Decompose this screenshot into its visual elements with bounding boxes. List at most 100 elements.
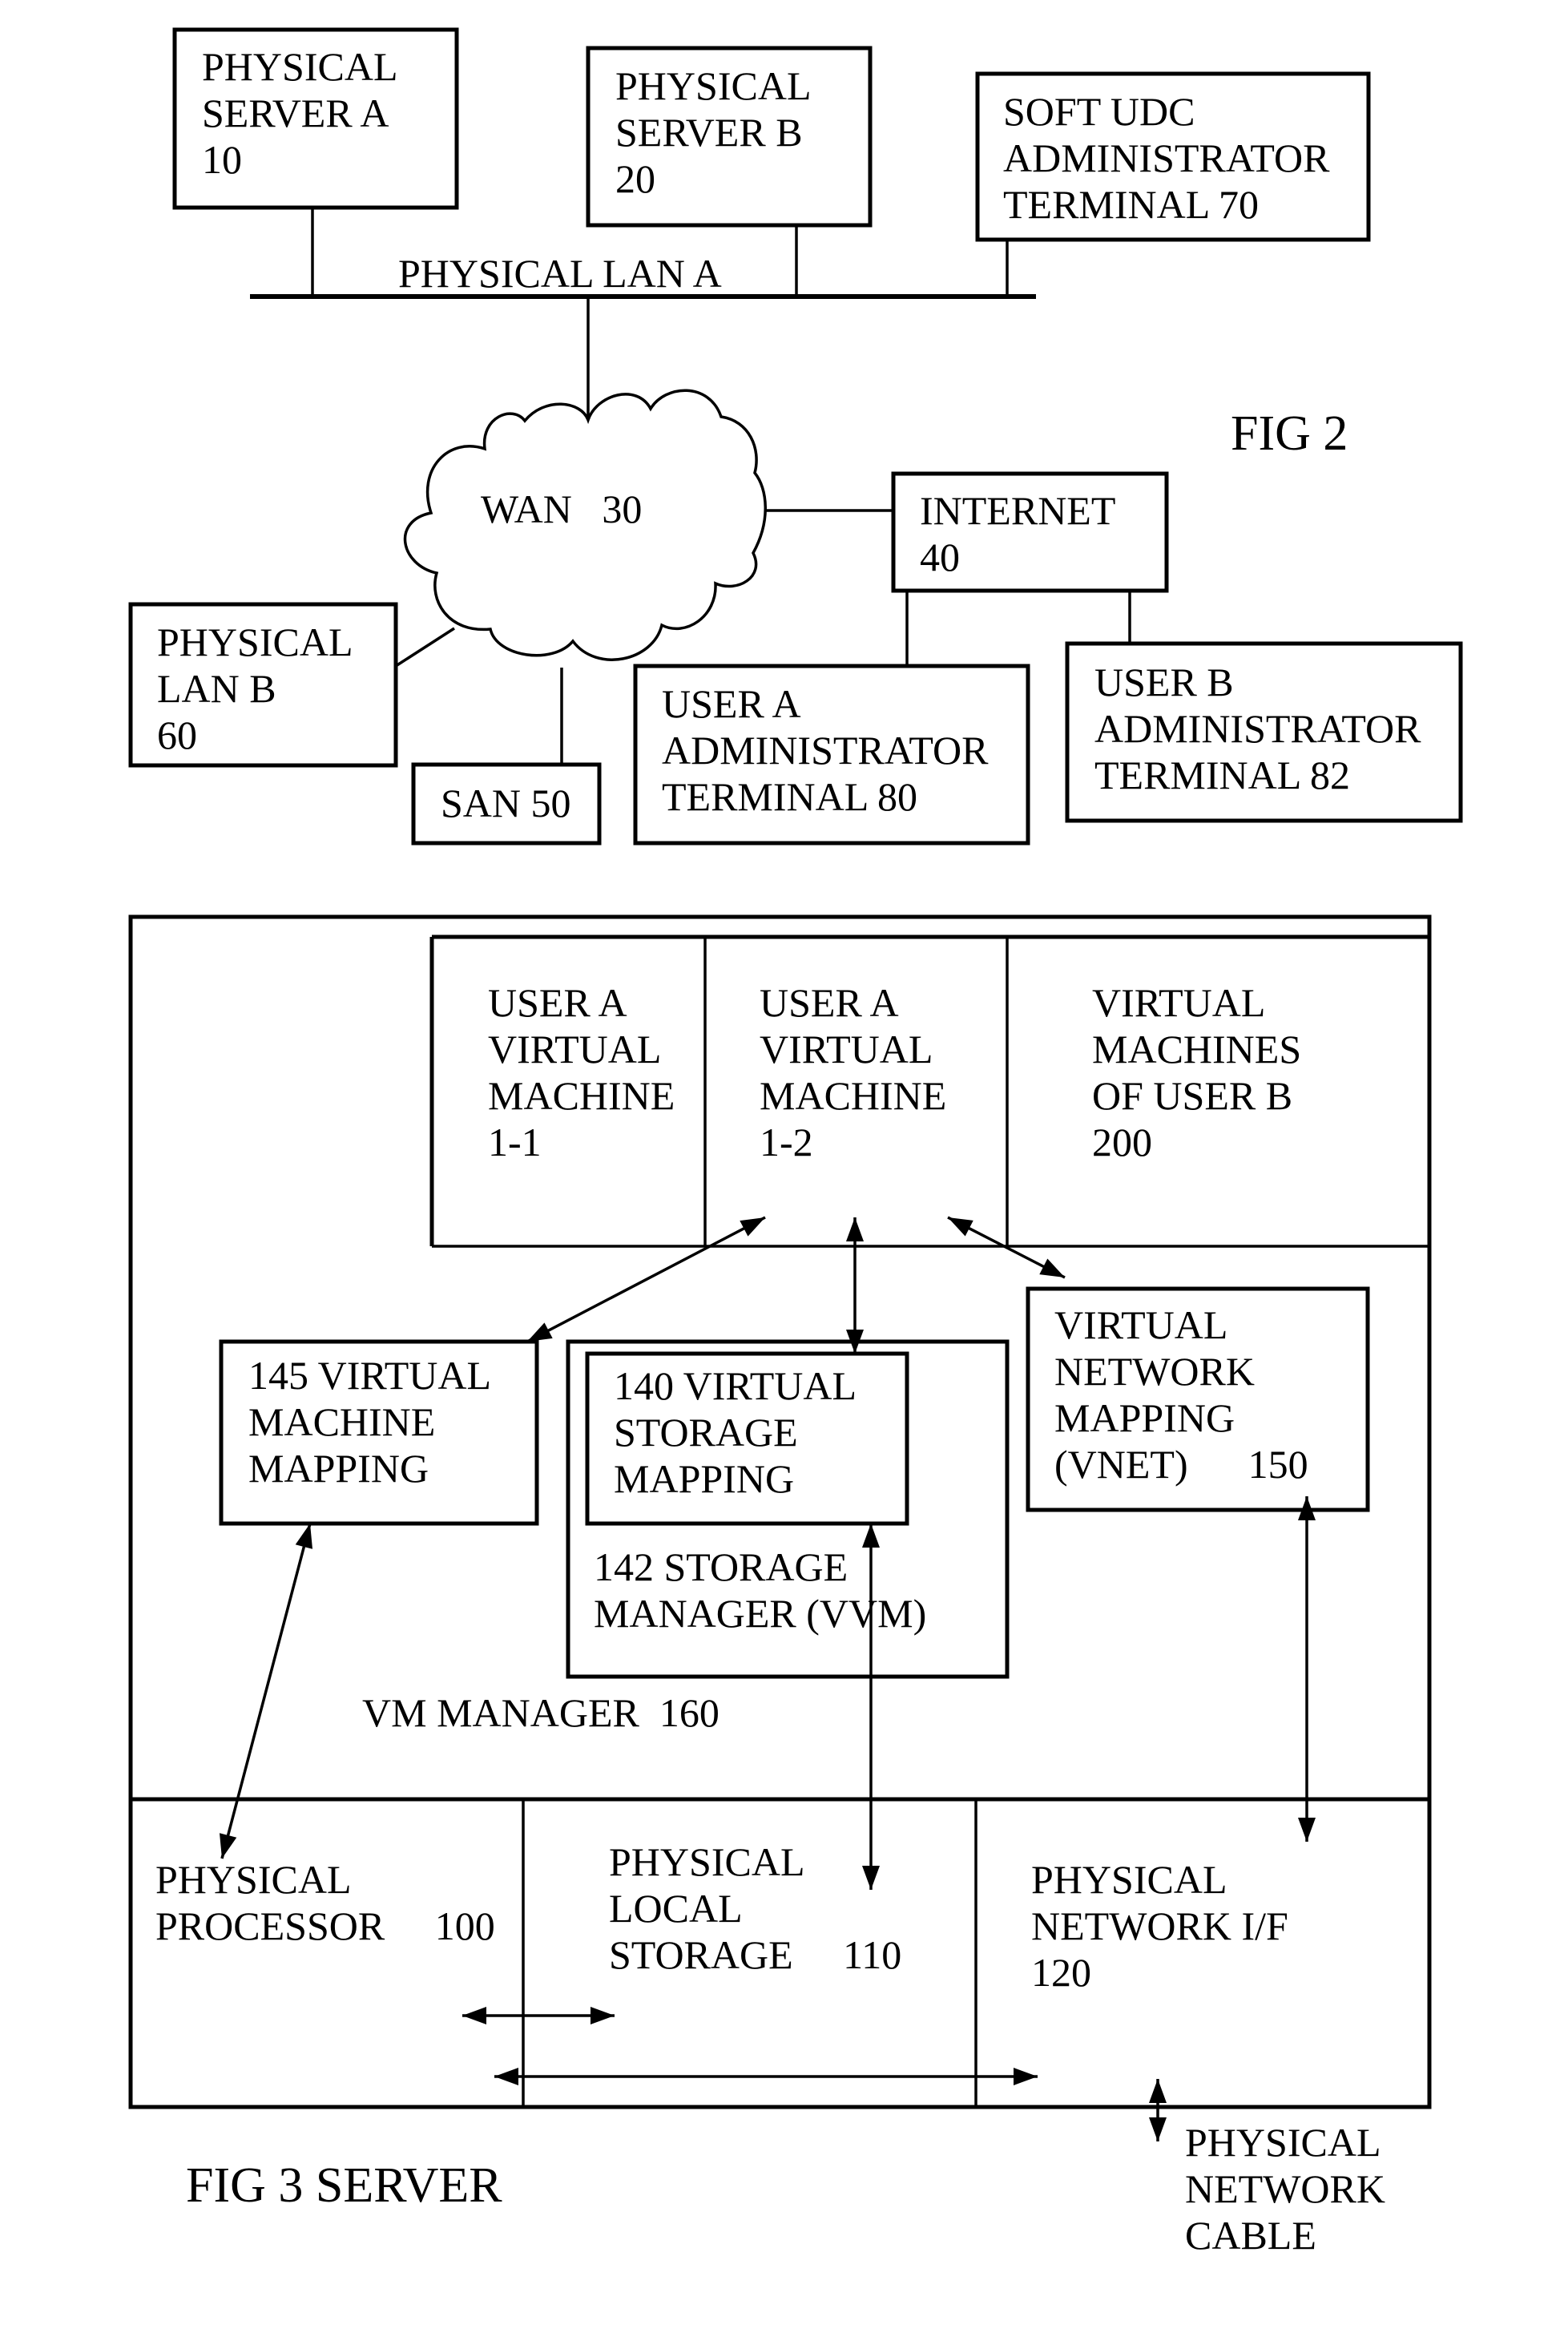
virtual-storage-mapping-label: 140 VIRTUAL STORAGE MAPPING	[614, 1363, 857, 1501]
label-line: VIRTUAL	[760, 1027, 933, 1072]
label-line: LAN B	[157, 666, 276, 711]
vms-user-b-label: VIRTUAL MACHINES OF USER B 200	[1092, 980, 1301, 1164]
physical-lan-a-bus: PHYSICAL LAN A	[250, 208, 1036, 420]
storage-manager-node: 142 STORAGE MANAGER (VVM) 140 VIRTUAL STOR…	[566, 1339, 1010, 1679]
vm-mapping-label: 145 VIRTUAL MACHINE MAPPING	[248, 1353, 491, 1491]
label-line: MAPPING	[248, 1446, 429, 1491]
fig2-network-diagram: PHYSICAL SERVER A 10 PHYSICAL SERVER B 20 SO…	[128, 27, 1463, 846]
vm-mapping-node: 145 VIRTUAL MACHINE MAPPING	[219, 1339, 539, 1526]
arrow-processor-to-local-storage-tail-head	[462, 2007, 486, 2024]
label-line: MAPPING	[614, 1456, 794, 1501]
arrow-processor-to-local-storage-head	[591, 2007, 615, 2024]
arrow-vm-mapping-to-vm-head	[740, 1217, 765, 1237]
san-node: SAN 50	[411, 668, 602, 846]
arrow-processor-to-network-if-head	[1014, 2068, 1038, 2085]
label-line: 142 STORAGE	[594, 1544, 848, 1589]
physical-layer-row: PHYSICAL PROCESSOR 100 PHYSICAL LOCAL STORA…	[131, 1797, 1429, 2107]
fig2-title: FIG 2	[1231, 406, 1348, 461]
vm-manager-label: VM MANAGER 160	[362, 1690, 720, 1735]
label-line: ADMINISTRATOR	[1003, 135, 1330, 180]
label-line: MACHINE	[488, 1073, 675, 1118]
physical-lan-b-node: PHYSICAL LAN B 60	[128, 602, 455, 768]
physical-network-if-label: PHYSICAL NETWORK I/F 120	[1031, 1857, 1288, 1995]
label-line: 1-2	[760, 1120, 813, 1164]
label-line: PHYSICAL	[1185, 2120, 1381, 2165]
user-a-terminal-node: USER A ADMINISTRATOR TERMINAL 80	[633, 664, 1030, 846]
label-line: VIRTUAL	[488, 1027, 661, 1072]
physical-server-a-node: PHYSICAL SERVER A 10	[172, 27, 459, 210]
label-line: INTERNET	[920, 488, 1115, 533]
label-line: SERVER A	[202, 91, 389, 135]
label-line: USER A	[662, 681, 801, 726]
storage-manager-label: 142 STORAGE MANAGER (VVM)	[594, 1544, 926, 1636]
soft-udc-terminal-label: SOFT UDC ADMINISTRATOR TERMINAL 70	[1003, 89, 1330, 227]
label-line: USER A	[488, 980, 627, 1025]
physical-server-b-node: PHYSICAL SERVER B 20	[586, 46, 873, 228]
label-line: TERMINAL 80	[662, 774, 917, 819]
arrow-vnet-to-vm-head	[1039, 1258, 1065, 1277]
label-line: PHYSICAL	[202, 44, 397, 89]
label-line: NETWORK	[1054, 1349, 1255, 1394]
label-line: MAPPING	[1054, 1395, 1235, 1440]
physical-network-cable-label: PHYSICAL NETWORK CABLE	[1185, 2120, 1385, 2258]
arrow-vm-mapping-to-vm-tail-head	[527, 1322, 553, 1342]
arrow-storage-mapping-to-local-storage-head	[862, 1866, 880, 1890]
user-b-terminal-node: USER B ADMINISTRATOR TERMINAL 82	[1065, 641, 1463, 823]
label-line: NETWORK I/F	[1031, 1903, 1288, 1948]
label-line: 145 VIRTUAL	[248, 1353, 491, 1398]
arrow-vm-mapping-to-processor-head	[219, 1833, 237, 1859]
label-line: VIRTUAL	[1054, 1302, 1227, 1347]
arrow-vnet-to-network-if-head	[1298, 1818, 1316, 1842]
fig3-title: FIG 3 SERVER	[186, 2158, 502, 2213]
label-line: STORAGE	[614, 1410, 798, 1455]
label-line: 120	[1031, 1950, 1091, 1995]
san-label: SAN 50	[441, 781, 571, 825]
internet-label: INTERNET 40	[920, 488, 1115, 579]
arrow-processor-to-network-if-tail-head	[494, 2068, 518, 2085]
label-line: PHYSICAL	[1031, 1857, 1227, 1902]
arrow-vm-mapping-to-vm	[526, 1216, 766, 1343]
internet-node: INTERNET 40	[765, 471, 1169, 666]
label-line: 20	[615, 156, 655, 201]
label-line: MANAGER (VVM)	[594, 1591, 926, 1636]
arrow-network-if-to-cable-tail-head	[1149, 2079, 1167, 2103]
label-line: OF USER B	[1092, 1073, 1292, 1118]
physical-processor-label: PHYSICAL PROCESSOR 100	[155, 1857, 495, 1948]
user-b-terminal-label: USER B ADMINISTRATOR TERMINAL 82	[1094, 660, 1421, 797]
virtual-machines-row: USER A VIRTUAL MACHINE 1-1 USER A VIRTUAL MAC…	[429, 934, 1429, 1248]
arrow-network-if-to-cable-head	[1149, 2117, 1167, 2141]
vnet-mapping-node: VIRTUAL NETWORK MAPPING (VNET) 150	[1026, 1286, 1370, 1512]
fig3-server-diagram: USER A VIRTUAL MACHINE 1-1 USER A VIRTUAL MAC…	[128, 914, 1432, 2258]
arrow-storage-mapping-to-local-storage-tail-head	[862, 1524, 880, 1548]
label-line: 40	[920, 535, 960, 579]
label-line: USER B	[1094, 660, 1234, 704]
physical-local-storage-label: PHYSICAL LOCAL STORAGE 110	[609, 1839, 901, 1977]
label-line: CABLE	[1185, 2213, 1316, 2258]
vm-1-2-label: USER A VIRTUAL MACHINE 1-2	[760, 980, 946, 1164]
label-line: SOFT UDC	[1003, 89, 1195, 134]
soft-udc-terminal-node: SOFT UDC ADMINISTRATOR TERMINAL 70	[975, 71, 1371, 242]
label-line: SAN 50	[441, 781, 571, 825]
physical-lan-a-label: PHYSICAL LAN A	[398, 251, 722, 296]
label-line: TERMINAL 70	[1003, 182, 1259, 227]
label-line: MACHINE	[248, 1399, 435, 1444]
label-line: LOCAL	[609, 1886, 743, 1931]
label-line: 60	[157, 712, 197, 757]
label-line: ADMINISTRATOR	[662, 728, 989, 773]
label-line: SERVER B	[615, 110, 803, 155]
label-line: PHYSICAL	[615, 63, 811, 108]
physical-lan-b-label: PHYSICAL LAN B 60	[157, 620, 353, 757]
label-line: 200	[1092, 1120, 1152, 1164]
physical-server-b-label: PHYSICAL SERVER B 20	[615, 63, 811, 201]
label-line: NETWORK	[1185, 2166, 1385, 2211]
arrow-vm-mapping-to-processor-tail-head	[295, 1524, 313, 1549]
physical-server-a-label: PHYSICAL SERVER A 10	[202, 44, 397, 182]
wan-label: WAN 30	[481, 486, 642, 531]
label-line: PHYSICAL	[157, 620, 353, 664]
user-a-terminal-label: USER A ADMINISTRATOR TERMINAL 80	[662, 681, 989, 819]
label-line: 1-1	[488, 1120, 542, 1164]
patent-figures-canvas: PHYSICAL SERVER A 10 PHYSICAL SERVER B 20 SO…	[128, 27, 1463, 2258]
arrow-vm-mapping-to-processor	[220, 1523, 312, 1859]
arrow-storage-mapping-to-vm-head	[846, 1217, 864, 1241]
label-line: 10	[202, 137, 242, 182]
